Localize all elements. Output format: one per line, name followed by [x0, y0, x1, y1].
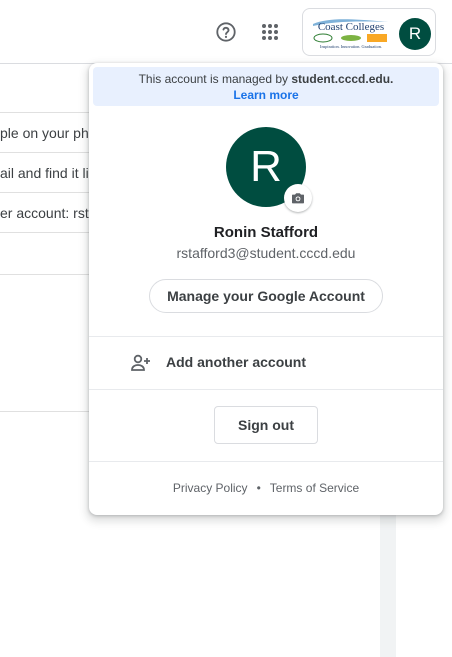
managed-account-notice: This account is managed by student.cccd.…: [93, 67, 439, 106]
manage-account-button[interactable]: Manage your Google Account: [149, 279, 383, 313]
privacy-policy-link[interactable]: Privacy Policy: [173, 481, 248, 495]
terms-of-service-link[interactable]: Terms of Service: [270, 481, 359, 495]
org-logo-tagline: Inspiration. Innovation. Graduation.: [320, 44, 382, 49]
footer-separator: •: [256, 481, 261, 495]
add-account-button[interactable]: Add another account: [89, 337, 443, 389]
top-bar: Coast Colleges Inspiration. Innovation. …: [0, 0, 452, 64]
account-switcher-button[interactable]: Coast Colleges Inspiration. Innovation. …: [302, 8, 436, 56]
account-popup: This account is managed by student.cccd.…: [89, 63, 443, 515]
change-photo-button[interactable]: [284, 184, 312, 212]
account-email: rstafford3@student.cccd.edu: [176, 245, 356, 261]
sign-out-button[interactable]: Sign out: [214, 406, 318, 444]
help-button[interactable]: [206, 12, 246, 52]
person-add-icon: [131, 354, 150, 371]
apps-grid-icon: [262, 24, 278, 40]
learn-more-link[interactable]: Learn more: [93, 88, 439, 102]
managed-notice-text: This account is managed by: [138, 72, 289, 86]
camera-icon: [292, 193, 304, 204]
profile-avatar-container: R: [226, 127, 312, 212]
avatar: R: [399, 18, 431, 50]
help-circle-icon: [216, 22, 236, 42]
account-name: Ronin Stafford: [213, 224, 319, 241]
apps-button[interactable]: [250, 12, 290, 52]
managed-domain: student.cccd.edu.: [291, 72, 394, 86]
org-logo-name: Coast Colleges: [318, 21, 384, 33]
sign-out-section: Sign out: [89, 390, 443, 461]
add-account-label: Add another account: [166, 354, 307, 370]
org-logo: Coast Colleges Inspiration. Innovation. …: [313, 19, 389, 49]
popup-footer: Privacy Policy • Terms of Service: [89, 462, 443, 514]
